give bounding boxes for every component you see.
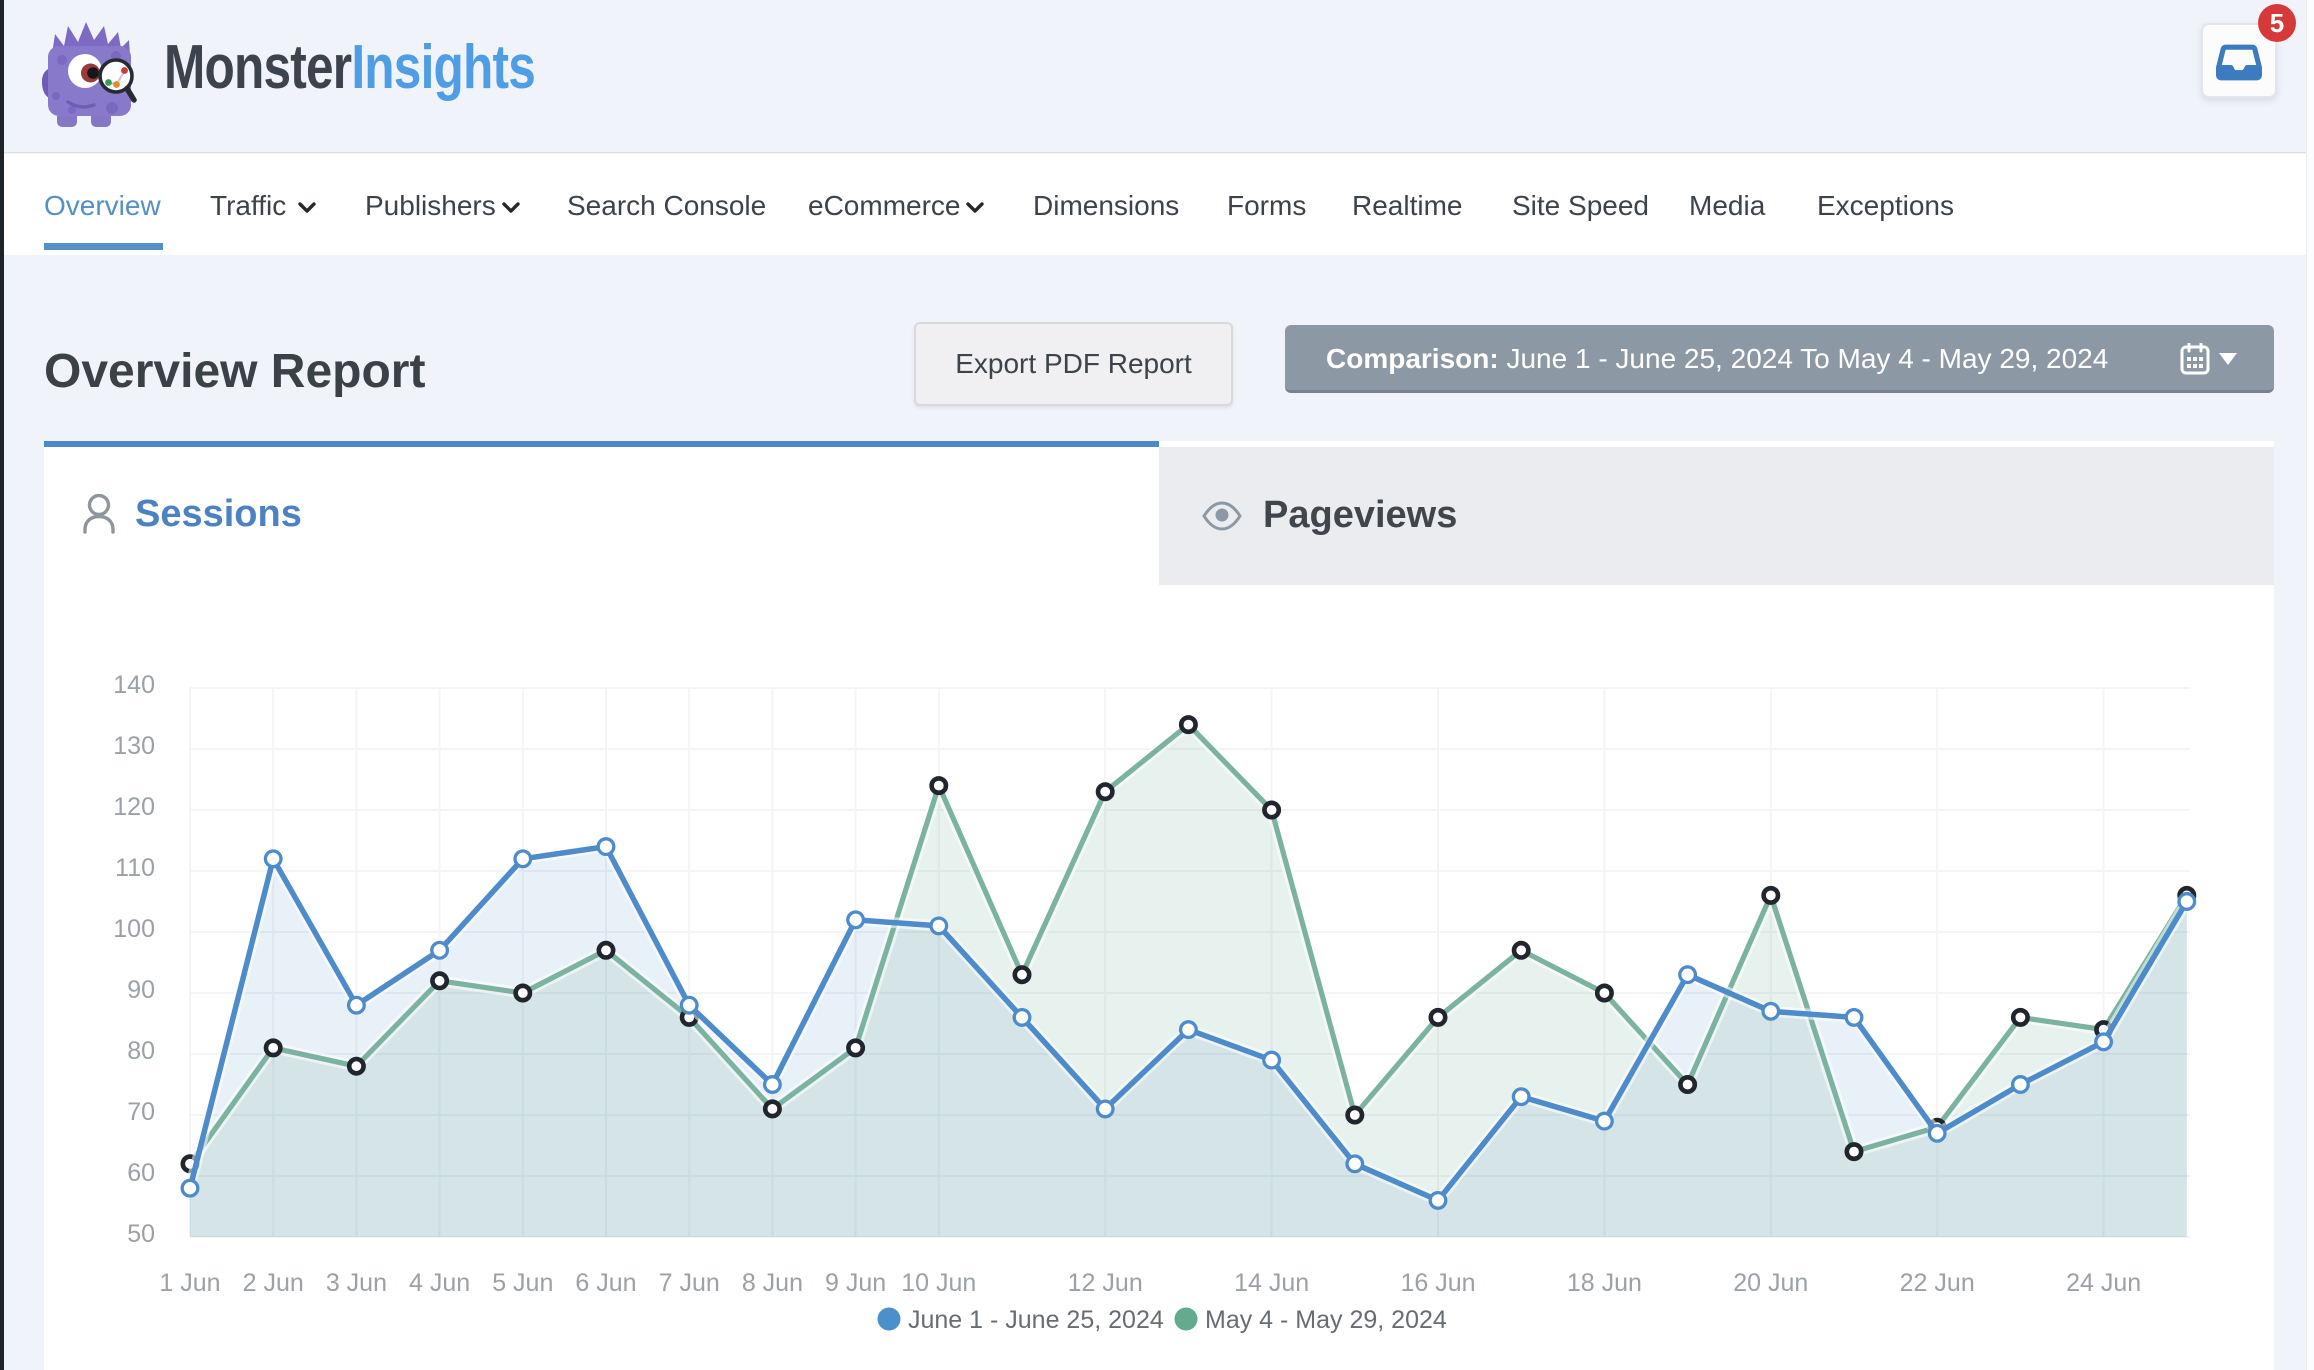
svg-text:70: 70 <box>127 1098 155 1126</box>
svg-text:1 Jun: 1 Jun <box>159 1269 220 1297</box>
svg-text:130: 130 <box>113 732 155 760</box>
svg-text:June 1 - June 25, 2024: June 1 - June 25, 2024 <box>908 1306 1164 1334</box>
svg-text:20 Jun: 20 Jun <box>1733 1269 1808 1297</box>
svg-text:140: 140 <box>113 671 155 699</box>
svg-text:6 Jun: 6 Jun <box>575 1269 636 1297</box>
svg-text:60: 60 <box>127 1159 155 1187</box>
svg-text:8 Jun: 8 Jun <box>742 1269 803 1297</box>
svg-text:12 Jun: 12 Jun <box>1068 1269 1143 1297</box>
svg-text:120: 120 <box>113 793 155 821</box>
svg-text:90: 90 <box>127 976 155 1004</box>
svg-text:22 Jun: 22 Jun <box>1900 1269 1975 1297</box>
svg-text:80: 80 <box>127 1037 155 1065</box>
svg-text:May 4 - May 29, 2024: May 4 - May 29, 2024 <box>1205 1306 1447 1334</box>
svg-text:16 Jun: 16 Jun <box>1400 1269 1475 1297</box>
svg-text:10 Jun: 10 Jun <box>901 1269 976 1297</box>
svg-text:9 Jun: 9 Jun <box>825 1269 886 1297</box>
svg-text:3 Jun: 3 Jun <box>326 1269 387 1297</box>
svg-text:14 Jun: 14 Jun <box>1234 1269 1309 1297</box>
svg-text:24 Jun: 24 Jun <box>2066 1269 2141 1297</box>
svg-text:18 Jun: 18 Jun <box>1567 1269 1642 1297</box>
svg-text:4 Jun: 4 Jun <box>409 1269 470 1297</box>
svg-text:2 Jun: 2 Jun <box>243 1269 304 1297</box>
svg-text:110: 110 <box>115 854 155 882</box>
svg-text:5 Jun: 5 Jun <box>492 1269 553 1297</box>
svg-text:7 Jun: 7 Jun <box>659 1269 720 1297</box>
svg-text:100: 100 <box>113 915 155 943</box>
svg-text:50: 50 <box>127 1220 155 1248</box>
